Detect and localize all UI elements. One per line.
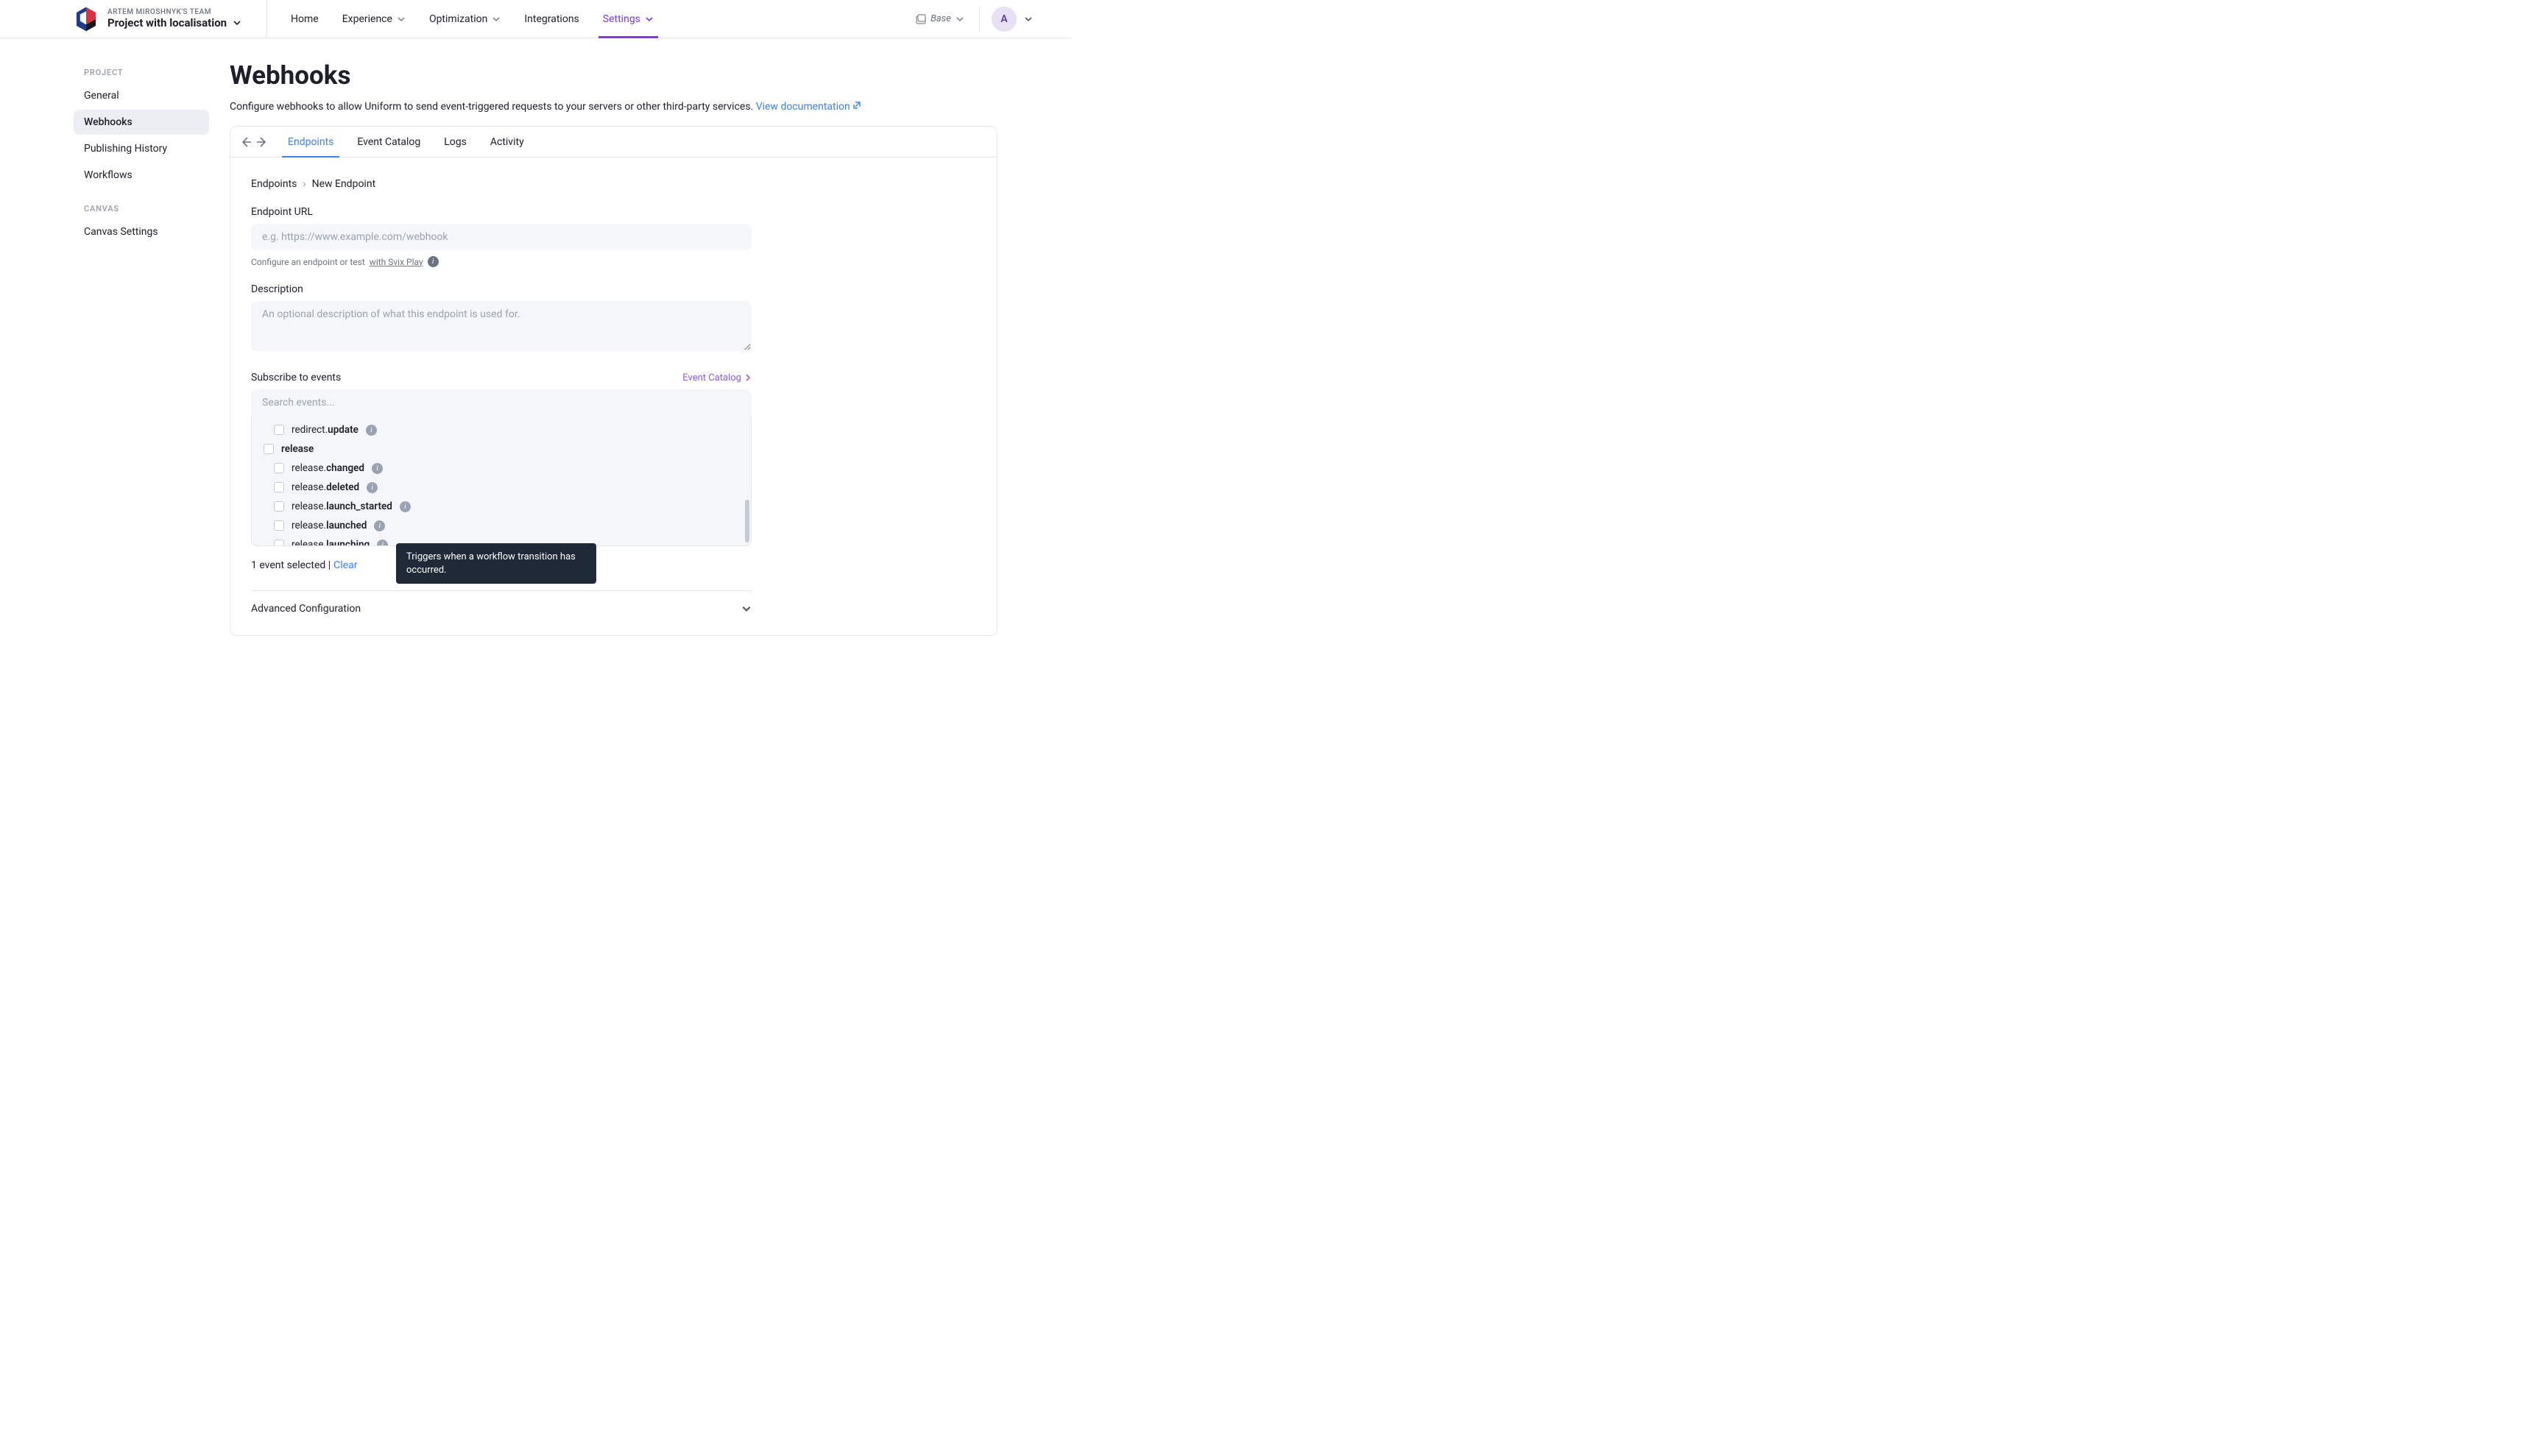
event-row[interactable]: release.deleted i: [255, 478, 745, 497]
event-catalog-link[interactable]: Event Catalog: [682, 372, 752, 384]
sidebar-section-project: PROJECT: [74, 60, 209, 83]
project-selector[interactable]: Project with localisation: [107, 17, 241, 29]
search-events-input[interactable]: [251, 389, 752, 416]
events-scroll[interactable]: redirect.updateireleaserelease.changedir…: [252, 416, 751, 545]
info-icon[interactable]: i: [428, 256, 439, 267]
event-name-label: release.deleted: [292, 481, 359, 493]
endpoint-url-input[interactable]: [251, 224, 752, 250]
tab-activity[interactable]: Activity: [480, 127, 534, 157]
chevron-down-icon: [645, 15, 654, 24]
chevron-right-icon: ›: [303, 178, 305, 190]
page-title: Webhooks: [230, 60, 997, 91]
event-name-label: release.launched: [292, 520, 367, 531]
team-name: ARTEM MIROSHNYK'S TEAM: [107, 8, 241, 17]
scrollbar-thumb[interactable]: [745, 500, 749, 543]
svix-play-link[interactable]: with Svix Play: [370, 257, 423, 267]
event-name-label: release.launching: [292, 539, 370, 545]
sidebar: PROJECT General Webhooks Publishing Hist…: [74, 60, 209, 636]
event-row[interactable]: release.changed i: [255, 459, 745, 478]
info-icon[interactable]: i: [377, 540, 388, 546]
breadcrumb-parent[interactable]: Endpoints: [251, 178, 297, 190]
events-list: redirect.updateireleaserelease.changedir…: [251, 416, 752, 546]
chevron-down-icon: [956, 15, 964, 24]
tab-logs[interactable]: Logs: [434, 127, 477, 157]
advanced-configuration-toggle[interactable]: Advanced Configuration: [251, 590, 752, 615]
clear-selection-link[interactable]: Clear: [333, 559, 357, 571]
tab-event-catalog[interactable]: Event Catalog: [347, 127, 431, 157]
sidebar-item-canvas-settings[interactable]: Canvas Settings: [74, 219, 209, 244]
external-link-icon: [852, 101, 861, 110]
breadcrumb: Endpoints › New Endpoint: [251, 178, 976, 190]
endpoint-url-label: Endpoint URL: [251, 206, 976, 218]
sidebar-item-workflows[interactable]: Workflows: [74, 163, 209, 188]
info-icon[interactable]: i: [400, 501, 411, 512]
top-bar: ARTEM MIROSHNYK'S TEAM Project with loca…: [0, 0, 1071, 38]
info-icon[interactable]: i: [366, 425, 377, 436]
event-row[interactable]: release: [255, 439, 745, 459]
chevron-down-icon[interactable]: [1024, 15, 1033, 24]
environment-selector[interactable]: Base: [916, 7, 980, 32]
main-content: Webhooks Configure webhooks to allow Uni…: [230, 60, 997, 636]
event-name-label: redirect.update: [292, 424, 358, 436]
page-description: Configure webhooks to allow Uniform to s…: [230, 101, 997, 113]
sidebar-item-general[interactable]: General: [74, 83, 209, 108]
event-checkbox[interactable]: [274, 520, 284, 531]
event-row[interactable]: release.launch_started i: [255, 497, 745, 516]
chevron-right-icon: [744, 374, 752, 381]
webhooks-panel: Endpoints Event Catalog Logs Activity En…: [230, 126, 997, 636]
endpoint-url-hint: Configure an endpoint or test with Svix …: [251, 256, 976, 267]
event-checkbox[interactable]: [274, 425, 284, 435]
info-icon[interactable]: i: [367, 482, 378, 493]
event-row[interactable]: release.launched i: [255, 516, 745, 535]
nav-settings[interactable]: Settings: [591, 0, 665, 38]
nav-experience[interactable]: Experience: [331, 0, 417, 38]
description-input[interactable]: [251, 301, 752, 351]
chevron-down-icon: [397, 15, 406, 24]
event-name-label: release: [281, 443, 314, 455]
event-checkbox[interactable]: [274, 501, 284, 512]
event-name-label: release.changed: [292, 462, 364, 474]
avatar[interactable]: A: [992, 7, 1017, 32]
chevron-down-icon: [233, 18, 241, 27]
event-tooltip: Triggers when a workflow transition has …: [396, 543, 596, 584]
layers-icon: [916, 14, 926, 24]
forward-arrow-icon[interactable]: [255, 135, 269, 149]
info-icon[interactable]: i: [372, 463, 383, 474]
sidebar-section-canvas: CANVAS: [74, 197, 209, 219]
event-checkbox[interactable]: [274, 540, 284, 545]
back-arrow-icon[interactable]: [239, 135, 252, 149]
brand-block[interactable]: ARTEM MIROSHNYK'S TEAM Project with loca…: [0, 0, 267, 38]
selection-count: 1 event selected | Clear Triggers when a…: [251, 546, 752, 571]
tab-endpoints[interactable]: Endpoints: [278, 127, 344, 157]
nav-home[interactable]: Home: [279, 0, 331, 38]
event-checkbox[interactable]: [274, 463, 284, 473]
event-row[interactable]: redirect.update i: [255, 420, 745, 439]
breadcrumb-current: New Endpoint: [312, 178, 376, 190]
main-nav: Home Experience Optimization Integration…: [267, 0, 665, 38]
chevron-down-icon: [741, 604, 752, 614]
nav-optimization[interactable]: Optimization: [417, 0, 512, 38]
sidebar-item-webhooks[interactable]: Webhooks: [74, 110, 209, 135]
event-name-label: release.launch_started: [292, 501, 392, 512]
info-icon[interactable]: i: [374, 520, 385, 531]
panel-tabs: Endpoints Event Catalog Logs Activity: [230, 127, 997, 158]
nav-integrations[interactable]: Integrations: [512, 0, 590, 38]
view-documentation-link[interactable]: View documentation: [756, 101, 861, 113]
logo-icon: [74, 6, 99, 32]
sidebar-item-publishing-history[interactable]: Publishing History: [74, 136, 209, 161]
event-checkbox[interactable]: [274, 482, 284, 492]
event-checkbox[interactable]: [264, 444, 274, 454]
description-label: Description: [251, 283, 976, 295]
subscribe-label: Subscribe to events: [251, 372, 341, 384]
chevron-down-icon: [492, 15, 501, 24]
